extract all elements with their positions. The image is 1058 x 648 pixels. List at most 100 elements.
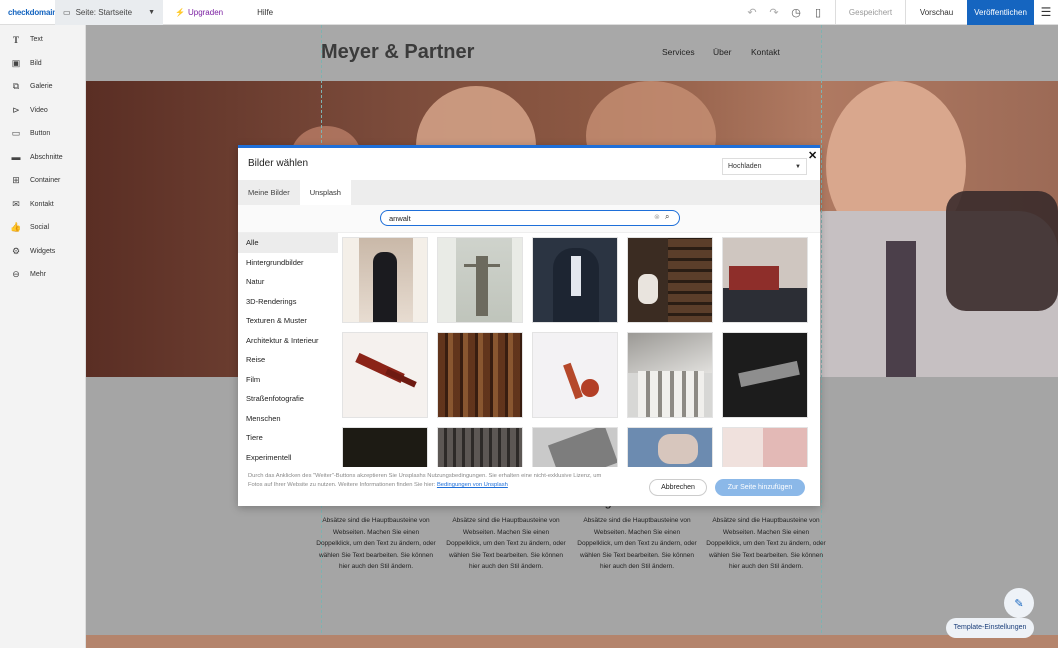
upload-select-label: Hochladen [728,163,762,170]
image-thumbnail[interactable] [342,427,428,467]
image-thumbnail[interactable] [722,237,808,323]
sidebar-item-container[interactable]: ⊞ Container [0,169,85,193]
nav-services[interactable]: Services [662,47,695,57]
sidebar-item-label: Abschnitte [30,153,63,161]
menu-icon[interactable]: ☰ [1034,5,1058,19]
category-item[interactable]: Hintergrundbilder [238,253,338,273]
template-settings-button[interactable]: Template-Einstellungen [946,618,1034,638]
unsplash-terms-link[interactable]: Bedingungen von Unsplash [437,482,508,488]
section-icon: ▬ [11,152,21,163]
image-thumbnail[interactable] [627,237,713,323]
service-card[interactable]: Wirtschaftsrecht Absätze sind die Hauptb… [316,495,436,573]
cancel-button[interactable]: Abbrechen [649,479,707,496]
service-text[interactable]: Absätze sind die Hauptbausteine von Webs… [577,515,697,573]
sidebar-item-gallery[interactable]: ⧉ Galerie [0,75,85,99]
history-icon[interactable]: ◷ [785,6,807,19]
sidebar-item-text[interactable]: T Text [0,28,85,52]
image-thumbnail[interactable] [627,427,713,467]
nav-about[interactable]: Über [713,47,731,57]
image-thumbnail[interactable] [722,332,808,418]
search-input[interactable] [380,210,680,226]
service-card[interactable]: Zivilrecht Absätze sind die Hauptbaustei… [446,495,566,573]
upload-select[interactable]: Hochladen ▼ [722,158,807,175]
sidebar-item-social[interactable]: 👍 Social [0,216,85,240]
saved-status: Gespeichert [835,0,905,25]
tab-unsplash[interactable]: Unsplash [299,180,351,205]
source-tabs: Meine Bilder Unsplash [238,180,820,205]
image-picker-dialog: Bilder wählen ✕ Hochladen ▼ Meine Bilder… [238,145,820,506]
element-sidebar: T Text ▣ Bild ⧉ Galerie ⊳ Video ▭ Button ▬ Abs… [0,25,86,648]
edit-design-icon[interactable]: ✎ [1004,588,1034,618]
sidebar-item-label: Video [30,106,48,114]
image-thumbnail[interactable] [627,332,713,418]
site-header[interactable]: Meyer & Partner Services Über Kontakt [86,25,1058,81]
category-item[interactable]: Natur [238,272,338,292]
image-thumbnail[interactable] [532,237,618,323]
category-item[interactable]: 3D-Renderings [238,292,338,312]
upgrade-button[interactable]: ⚡ Upgraden [175,8,223,17]
image-thumbnail[interactable] [532,332,618,418]
category-item[interactable]: Texturen & Muster [238,311,338,331]
image-thumbnail[interactable] [437,427,523,467]
category-item[interactable]: Tiere [238,428,338,448]
category-item[interactable]: Film [238,370,338,390]
nav-contact[interactable]: Kontakt [751,47,780,57]
mobile-preview-icon[interactable]: ▯ [807,6,829,19]
tab-my-images[interactable]: Meine Bilder [238,180,300,205]
site-title[interactable]: Meyer & Partner [321,41,474,64]
close-icon[interactable]: ✕ [808,149,817,162]
clear-search-icon[interactable]: ⊗ [654,213,660,221]
category-item[interactable]: Menschen [238,409,338,429]
sidebar-item-label: Kontakt [30,200,54,208]
sidebar-item-button[interactable]: ▭ Button [0,122,85,146]
sidebar-item-label: Widgets [30,247,56,255]
category-item[interactable]: Experimentell [238,448,338,468]
service-text[interactable]: Absätze sind die Hauptbausteine von Webs… [706,515,826,573]
sidebar-item-label: Text [30,36,43,44]
service-card[interactable]: Eigentumsrecht Absätze sind die Hauptbau… [577,495,697,573]
chevron-down-icon: ▼ [148,8,155,16]
service-card[interactable]: Strafrecht Absätze sind die Hauptbaustei… [706,495,826,573]
more-icon: ⊖ [12,269,20,280]
sidebar-item-label: Button [30,130,51,138]
service-text[interactable]: Absätze sind die Hauptbausteine von Webs… [446,515,566,573]
bolt-icon: ⚡ [175,7,185,17]
image-icon: ▣ [11,57,21,68]
page-icon: ▭ [63,7,71,17]
image-thumbnail[interactable] [342,237,428,323]
sidebar-item-label: Galerie [30,83,53,91]
bottom-image-strip[interactable] [86,635,1058,648]
add-to-page-button[interactable]: Zur Seite hinzufügen [715,479,805,496]
sidebar-item-image[interactable]: ▣ Bild [0,52,85,76]
category-list: Alle Hintergrundbilder Natur 3D-Renderin… [238,233,338,467]
service-text[interactable]: Absätze sind die Hauptbausteine von Webs… [316,515,436,573]
image-thumbnail[interactable] [437,237,523,323]
image-thumbnail[interactable] [532,427,618,467]
image-thumbnail[interactable] [437,332,523,418]
sidebar-item-contact[interactable]: ✉ Kontakt [0,193,85,217]
contact-icon: ✉ [12,198,20,209]
undo-icon[interactable]: ↶ [741,6,763,19]
preview-button[interactable]: Vorschau [905,0,967,25]
help-link[interactable]: Hilfe [257,8,273,17]
sidebar-item-widgets[interactable]: ⚙ Widgets [0,240,85,264]
redo-icon[interactable]: ↷ [763,6,785,19]
category-item[interactable]: Alle [238,233,338,253]
category-item[interactable]: Architektur & Interieur [238,331,338,351]
image-thumbnail[interactable] [342,332,428,418]
unsplash-terms-text: Durch das Anklicken des "Weiter"-Buttons… [248,472,608,490]
top-toolbar: checkdomain ▭ Seite: Startseite ▼ ⚡ Upgr… [0,0,1058,25]
search-icon[interactable]: ⌕ [665,212,669,222]
sidebar-item-more[interactable]: ⊖ Mehr [0,263,85,287]
container-icon: ⊞ [12,175,20,186]
image-grid [342,237,816,467]
dialog-title: Bilder wählen [248,158,309,169]
social-icon: 👍 [10,222,22,233]
image-thumbnail[interactable] [722,427,808,467]
sidebar-item-sections[interactable]: ▬ Abschnitte [0,146,85,170]
category-item[interactable]: Reise [238,350,338,370]
category-item[interactable]: Straßenfotografie [238,389,338,409]
page-select[interactable]: ▭ Seite: Startseite ▼ [55,0,163,25]
sidebar-item-video[interactable]: ⊳ Video [0,99,85,123]
publish-button[interactable]: Veröffentlichen [967,0,1034,25]
